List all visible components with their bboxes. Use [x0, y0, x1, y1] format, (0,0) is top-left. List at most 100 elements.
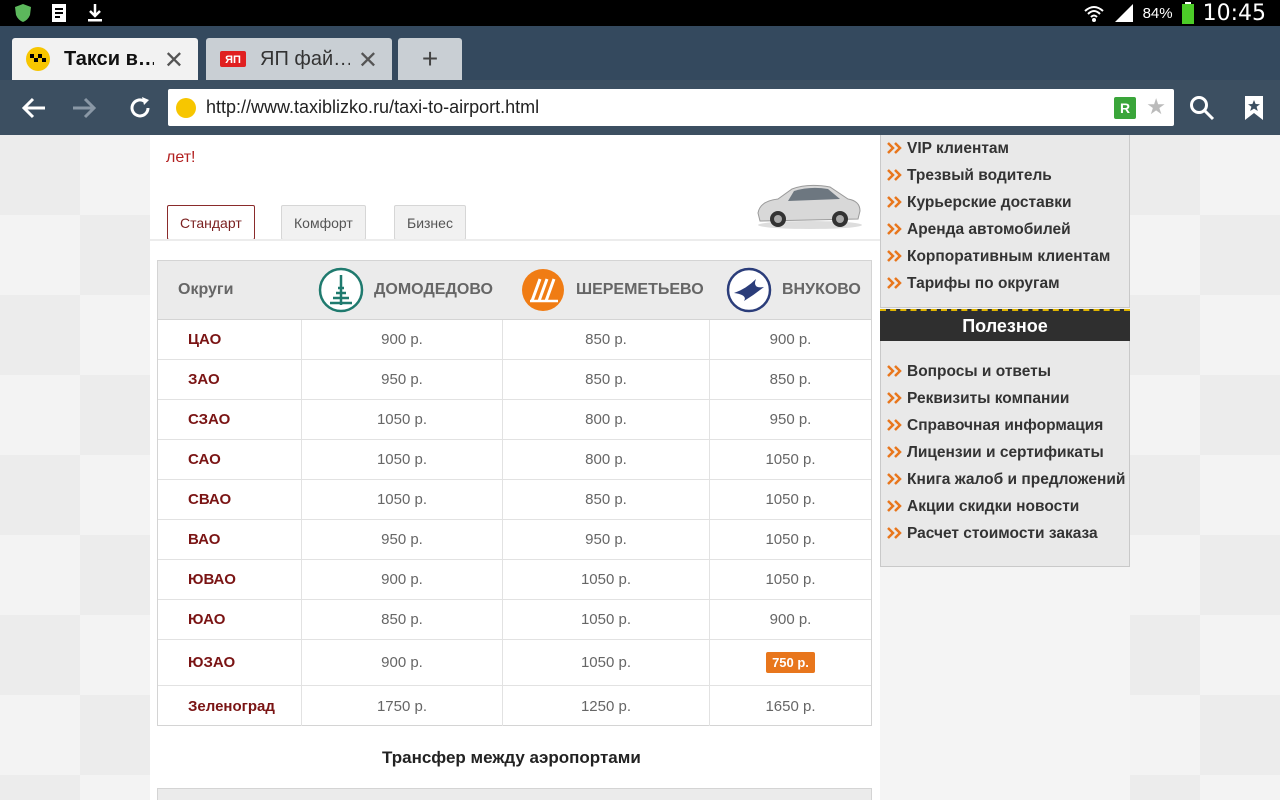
sidebar-item-sober-driver[interactable]: Трезвый водитель — [881, 162, 1129, 189]
services-menu: VIP клиентам Трезвый водитель Курьерские… — [880, 135, 1130, 308]
intro-line: лет! — [166, 149, 196, 166]
price-sheremetyevo: 1050 р. — [503, 600, 710, 639]
sidebar-item-corporate[interactable]: Корпоративным клиентам — [881, 243, 1129, 270]
table-row: ВАО 950 р. 950 р. 1050 р. — [158, 520, 871, 560]
price-vnukovo: 900 р. — [769, 611, 812, 628]
price-sheremetyevo: 950 р. — [503, 520, 710, 559]
tab-yap[interactable]: ЯП ЯП фай… ✕ — [206, 38, 392, 80]
district-name: СВАО — [158, 480, 302, 519]
price-sheremetyevo: 1050 р. — [503, 560, 710, 599]
taxi-icon — [26, 47, 50, 71]
class-standard-button[interactable]: Стандарт — [167, 205, 255, 240]
car-image — [757, 184, 862, 229]
table-row: СЗАО 1050 р. 800 р. 950 р. — [158, 400, 871, 440]
price-sheremetyevo: 850 р. — [503, 360, 710, 399]
price-domodedovo: 1750 р. — [302, 686, 503, 726]
price-domodedovo: 950 р. — [302, 360, 503, 399]
sidebar-item-company-details[interactable]: Реквизиты компании — [881, 385, 1129, 412]
url-text: http://www.taxiblizko.ru/taxi-to-airport… — [206, 97, 540, 117]
sidebar-item-promotions[interactable]: Акции скидки новости — [881, 493, 1129, 520]
price-vnukovo: 1050 р. — [765, 491, 816, 508]
sidebar-item-faq[interactable]: Вопросы и ответы — [881, 358, 1129, 385]
airport-name: ДОМОДЕДОВО — [374, 281, 493, 298]
sidebar-item-licenses[interactable]: Лицензии и сертификаты — [881, 439, 1129, 466]
domodedovo-header: ДОМОДЕДОВО — [318, 267, 493, 313]
class-business-button[interactable]: Бизнес — [394, 205, 466, 240]
divider — [150, 239, 880, 241]
price-vnukovo: 750 р. — [710, 640, 871, 685]
sidebar-item-district-tariffs[interactable]: Тарифы по округам — [881, 270, 1129, 297]
price-vnukovo: 1050 р. — [765, 451, 816, 468]
vnukovo-header: ВНУКОВО — [726, 267, 861, 313]
extension-icon[interactable]: R — [1114, 97, 1136, 119]
battery-icon — [1181, 2, 1194, 24]
transfer-heading: Трансфер между аэропортами — [382, 748, 641, 767]
forward-arrow-icon[interactable] — [66, 90, 102, 126]
chevron-right-icon — [887, 223, 902, 235]
signal-icon — [1114, 4, 1133, 22]
table-row: САО 1050 р. 800 р. 1050 р. — [158, 440, 871, 480]
tab-title: ЯП фай… — [260, 47, 350, 70]
clock: 10:45 — [1202, 0, 1266, 26]
sidebar-item-label: Реквизиты компании — [907, 389, 1070, 407]
table-header: Округи ДОМОДЕДОВО ШЕРЕМЕТЬЕВО ВНУКОВО — [158, 261, 871, 320]
vnukovo-logo-icon — [726, 267, 772, 313]
chevron-right-icon — [887, 250, 902, 262]
sidebar-item-car-rental[interactable]: Аренда автомобилей — [881, 216, 1129, 243]
price-sheremetyevo: 850 р. — [503, 320, 710, 359]
new-tab-button[interactable]: + — [398, 38, 462, 80]
sidebar-item-label: Книга жалоб и предложений — [907, 470, 1126, 488]
useful-menu: Вопросы и ответы Реквизиты компании Спра… — [880, 341, 1130, 567]
district-name: ЮАО — [158, 600, 302, 639]
table-row: ЦАО 900 р. 850 р. 900 р. — [158, 320, 871, 360]
discount-price-badge: 750 р. — [766, 652, 815, 673]
sidebar-item-label: Акции скидки новости — [907, 497, 1080, 515]
table-row: ЮЗАО 900 р. 1050 р. 750 р. — [158, 640, 871, 686]
sidebar-item-cost-calculator[interactable]: Расчет стоимости заказа — [881, 520, 1129, 547]
price-sheremetyevo: 850 р. — [503, 480, 710, 519]
reload-icon[interactable] — [122, 90, 158, 126]
document-icon — [52, 4, 66, 22]
tab-taxi[interactable]: Такси в… ✕ — [12, 38, 198, 80]
price-domodedovo: 1050 р. — [302, 400, 503, 439]
price-domodedovo: 1050 р. — [302, 480, 503, 519]
chevron-right-icon — [887, 392, 902, 404]
table-row: СВАО 1050 р. 850 р. 1050 р. — [158, 480, 871, 520]
chevron-right-icon — [887, 277, 902, 289]
sidebar-item-reference[interactable]: Справочная информация — [881, 412, 1129, 439]
sidebar-item-vip[interactable]: VIP клиентам — [881, 135, 1129, 162]
yap-icon: ЯП — [220, 47, 246, 71]
district-name: ЗАО — [158, 360, 302, 399]
address-bar[interactable]: http://www.taxiblizko.ru/taxi-to-airport… — [168, 89, 1174, 126]
table-row: ЮВАО 900 р. 1050 р. 1050 р. — [158, 560, 871, 600]
chevron-right-icon — [887, 419, 902, 431]
close-icon[interactable]: ✕ — [164, 46, 184, 75]
sidebar-item-label: Лицензии и сертификаты — [907, 443, 1104, 461]
price-vnukovo: 1050 р. — [765, 571, 816, 588]
class-comfort-button[interactable]: Комфорт — [281, 205, 366, 240]
price-vnukovo: 900 р. — [769, 331, 812, 348]
airport-name: ВНУКОВО — [782, 281, 861, 298]
close-icon[interactable]: ✕ — [358, 46, 378, 75]
tab-title: Такси в… — [64, 47, 154, 70]
chevron-right-icon — [887, 446, 902, 458]
sidebar-item-label: Вопросы и ответы — [907, 362, 1051, 380]
sidebar-item-label: Справочная информация — [907, 416, 1104, 434]
bookmarks-icon[interactable] — [1236, 90, 1272, 126]
back-arrow-icon[interactable] — [16, 90, 52, 126]
table-row: Зеленоград 1750 р. 1250 р. 1650 р. — [158, 686, 871, 726]
sidebar-item-courier[interactable]: Курьерские доставки — [881, 189, 1129, 216]
sidebar-item-label: Курьерские доставки — [907, 193, 1072, 211]
price-vnukovo: 1650 р. — [765, 697, 816, 715]
sidebar-item-complaints-book[interactable]: Книга жалоб и предложений — [881, 466, 1129, 493]
district-name: Зеленоград — [158, 686, 302, 726]
tab-strip: Такси в… ✕ ЯП ЯП фай… ✕ + — [0, 26, 1280, 80]
chevron-right-icon — [887, 473, 902, 485]
price-domodedovo: 900 р. — [302, 320, 503, 359]
chevron-right-icon — [887, 365, 902, 377]
price-sheremetyevo: 1250 р. — [503, 686, 710, 726]
star-icon[interactable]: ★ — [1146, 94, 1166, 120]
useful-heading: Полезное — [880, 309, 1130, 341]
search-icon[interactable] — [1184, 90, 1220, 126]
price-domodedovo: 900 р. — [302, 640, 503, 685]
